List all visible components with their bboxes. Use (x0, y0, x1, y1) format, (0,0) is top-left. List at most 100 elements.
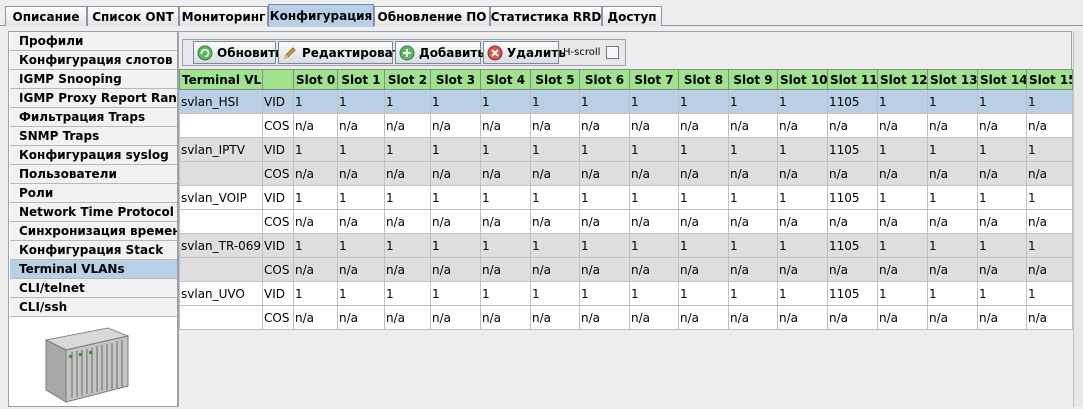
tab-access[interactable]: Доступ (602, 6, 662, 26)
slot-value-cell[interactable]: n/a (728, 209, 778, 234)
slot-value-cell[interactable]: n/a (777, 161, 828, 186)
slot-value-cell[interactable]: 1 (629, 233, 679, 258)
slot-value-cell[interactable]: n/a (337, 305, 385, 330)
slot-value-cell[interactable]: n/a (629, 257, 679, 282)
slot-value-cell[interactable]: 1 (927, 233, 978, 258)
column-header[interactable]: Slot 2 (384, 69, 431, 90)
slot-value-cell[interactable]: n/a (927, 257, 978, 282)
slot-value-cell[interactable]: 1 (678, 89, 729, 114)
tab-firmware-update[interactable]: Обновление ПО (374, 6, 490, 26)
slot-value-cell[interactable]: 1 (728, 89, 778, 114)
table-row[interactable]: svlan_VOIP VID 1 1 1 1 1 1 1 1 1 1 1 1105 1 1 1 1 (179, 185, 1073, 210)
slot-value-cell[interactable]: n/a (977, 257, 1027, 282)
slot-value-cell[interactable]: n/a (827, 113, 878, 138)
slot-value-cell[interactable]: n/a (927, 113, 978, 138)
vlan-name-cell[interactable]: svlan_HSI (179, 89, 263, 114)
slot-value-cell[interactable]: 1 (480, 233, 531, 258)
slot-value-cell[interactable]: n/a (678, 305, 729, 330)
slot-value-cell[interactable]: n/a (530, 161, 580, 186)
slot-value-cell[interactable]: n/a (728, 257, 778, 282)
column-header[interactable]: Slot 5 (530, 69, 580, 90)
slot-value-cell[interactable]: 1 (728, 137, 778, 162)
slot-value-cell[interactable]: n/a (678, 161, 729, 186)
slot-value-cell[interactable]: 1 (480, 137, 531, 162)
slot-value-cell[interactable]: 1 (337, 281, 385, 306)
slot-value-cell[interactable]: n/a (877, 209, 928, 234)
slot-value-cell[interactable]: n/a (977, 113, 1027, 138)
vlan-name-cell[interactable] (179, 209, 263, 234)
slot-value-cell[interactable]: n/a (977, 209, 1027, 234)
table-row[interactable]: COS n/a n/a n/a n/a n/a n/a n/a n/a n/a n/a n/a n/a n… (179, 305, 1073, 330)
slot-value-cell[interactable]: 1 (629, 281, 679, 306)
slot-value-cell[interactable]: 1 (777, 137, 828, 162)
table-row[interactable]: COS n/a n/a n/a n/a n/a n/a n/a n/a n/a n/a n/a n/a n… (179, 209, 1073, 234)
slot-value-cell[interactable]: n/a (877, 161, 928, 186)
column-header[interactable]: Slot 3 (430, 69, 481, 90)
slot-value-cell[interactable]: 1 (977, 233, 1027, 258)
param-cell[interactable]: COS (262, 209, 294, 234)
slot-value-cell[interactable]: n/a (579, 161, 630, 186)
slot-value-cell[interactable]: n/a (777, 305, 828, 330)
slot-value-cell[interactable]: 1 (384, 281, 431, 306)
slot-value-cell[interactable]: n/a (1026, 209, 1073, 234)
slot-value-cell[interactable]: n/a (777, 113, 828, 138)
slot-value-cell[interactable]: 1 (777, 89, 828, 114)
tab-configuration[interactable]: Конфигурация (268, 4, 374, 27)
slot-value-cell[interactable]: 1 (430, 233, 481, 258)
slot-value-cell[interactable]: 1 (530, 185, 580, 210)
column-header[interactable]: Slot 4 (480, 69, 531, 90)
slot-value-cell[interactable]: n/a (579, 257, 630, 282)
slot-value-cell[interactable]: n/a (293, 113, 338, 138)
tab-description[interactable]: Описание (5, 6, 87, 26)
slot-value-cell[interactable]: 1 (480, 185, 531, 210)
sidebar-item-slot-config[interactable]: Конфигурация слотов (10, 51, 177, 70)
column-header[interactable]: Slot 11 (827, 69, 878, 90)
slot-value-cell[interactable]: 1105 (827, 89, 878, 114)
slot-value-cell[interactable]: n/a (480, 305, 531, 330)
slot-value-cell[interactable]: n/a (877, 305, 928, 330)
delete-button[interactable]: Удалить (483, 41, 566, 64)
table-row[interactable]: COS n/a n/a n/a n/a n/a n/a n/a n/a n/a n/a n/a n/a n… (179, 257, 1073, 282)
slot-value-cell[interactable]: 1105 (827, 137, 878, 162)
slot-value-cell[interactable]: n/a (1026, 161, 1073, 186)
slot-value-cell[interactable]: 1 (678, 281, 729, 306)
column-header[interactable]: Slot 12 (877, 69, 928, 90)
slot-value-cell[interactable]: n/a (430, 209, 481, 234)
slot-value-cell[interactable]: n/a (1026, 257, 1073, 282)
sidebar-item-trap-filtering[interactable]: Фильтрация Traps (10, 108, 177, 127)
slot-value-cell[interactable]: 1 (728, 233, 778, 258)
param-cell[interactable]: VID (262, 89, 294, 114)
sidebar-item-users[interactable]: Пользователи (10, 165, 177, 184)
slot-value-cell[interactable]: 1 (678, 233, 729, 258)
vlan-name-cell[interactable] (179, 305, 263, 330)
add-button[interactable]: Добавить (395, 41, 485, 64)
sidebar-item-time-sync[interactable]: Синхронизация времени (10, 222, 177, 241)
slot-value-cell[interactable]: 1 (1026, 137, 1073, 162)
slot-value-cell[interactable]: 1 (629, 185, 679, 210)
table-row[interactable]: svlan_HSI VID 1 1 1 1 1 1 1 1 1 1 1 1105 1 1 1 1 (179, 89, 1073, 114)
slot-value-cell[interactable]: n/a (293, 209, 338, 234)
slot-value-cell[interactable]: n/a (480, 257, 531, 282)
param-cell[interactable]: COS (262, 305, 294, 330)
slot-value-cell[interactable]: 1105 (827, 185, 878, 210)
slot-value-cell[interactable]: 1 (877, 89, 928, 114)
sidebar-item-terminal-vlans[interactable]: Terminal VLANs (10, 260, 177, 279)
table-row[interactable]: COS n/a n/a n/a n/a n/a n/a n/a n/a n/a n/a n/a n/a n… (179, 113, 1073, 138)
slot-value-cell[interactable]: n/a (430, 113, 481, 138)
slot-value-cell[interactable]: 1 (728, 281, 778, 306)
slot-value-cell[interactable]: n/a (384, 305, 431, 330)
vlan-name-cell[interactable]: svlan_VOIP (179, 185, 263, 210)
slot-value-cell[interactable]: 1 (384, 89, 431, 114)
slot-value-cell[interactable]: 1 (777, 185, 828, 210)
slot-value-cell[interactable]: n/a (877, 113, 928, 138)
column-header[interactable]: Slot 10 (777, 69, 828, 90)
slot-value-cell[interactable]: 1 (1026, 185, 1073, 210)
slot-value-cell[interactable]: 1105 (827, 233, 878, 258)
slot-value-cell[interactable]: 1 (293, 89, 338, 114)
slot-value-cell[interactable]: n/a (777, 209, 828, 234)
slot-value-cell[interactable]: 1 (293, 137, 338, 162)
slot-value-cell[interactable]: n/a (728, 161, 778, 186)
slot-value-cell[interactable]: 1 (530, 281, 580, 306)
slot-value-cell[interactable]: n/a (337, 113, 385, 138)
vlan-name-cell[interactable] (179, 161, 263, 186)
